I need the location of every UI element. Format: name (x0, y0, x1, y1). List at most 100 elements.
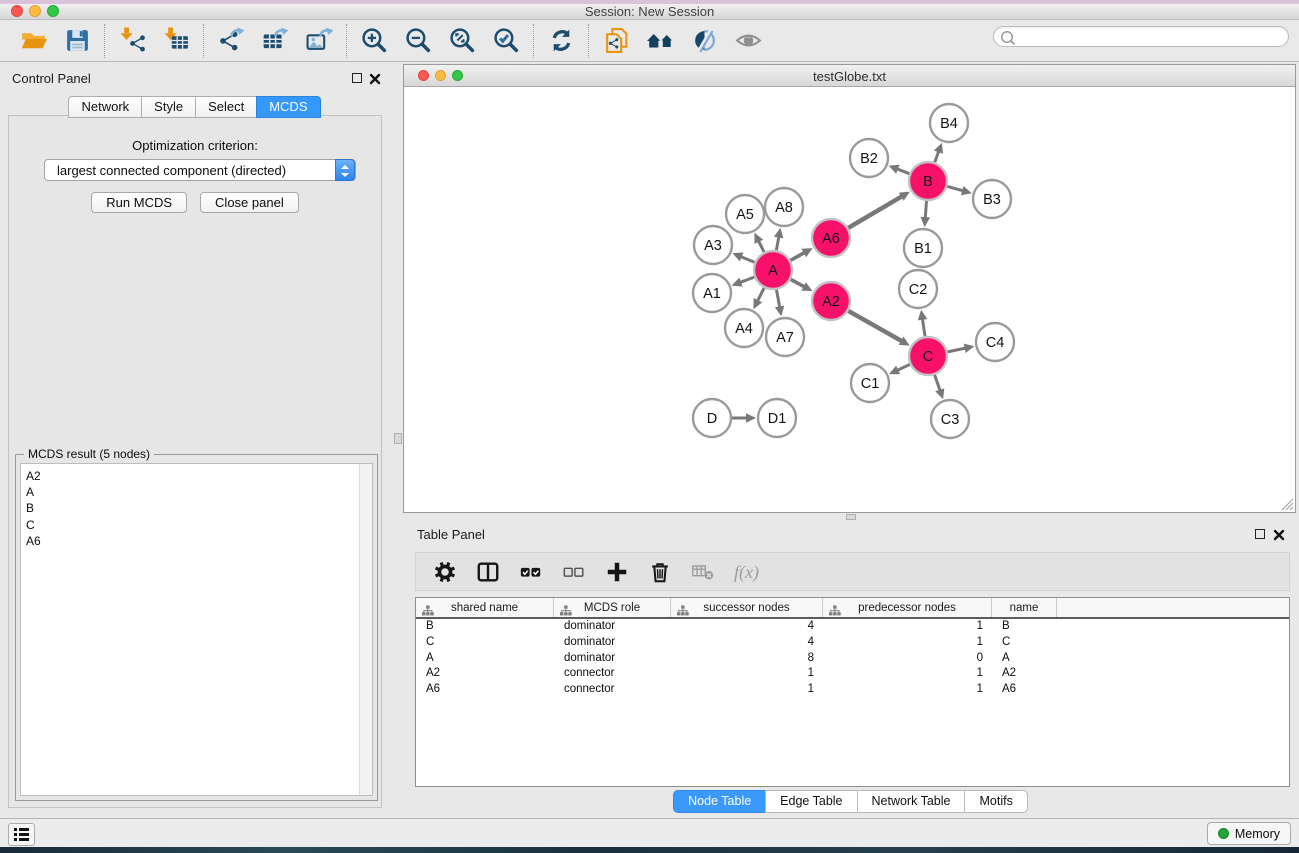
memory-button[interactable]: Memory (1207, 822, 1291, 845)
column-header-shared-name[interactable]: shared name (416, 598, 554, 617)
tab-style[interactable]: Style (141, 96, 196, 118)
mcds-result-item[interactable]: C (21, 517, 372, 533)
tab-motifs[interactable]: Motifs (964, 790, 1027, 813)
graph-node-A1[interactable]: A1 (693, 274, 731, 312)
tab-network-table[interactable]: Network Table (857, 790, 966, 813)
zoom-selected-region-button[interactable] (491, 26, 521, 56)
close-panel-icon[interactable] (369, 73, 381, 85)
column-header-predecessor-nodes[interactable]: predecessor nodes (823, 598, 992, 617)
table-row[interactable]: Adominator80A (416, 651, 1289, 667)
tab-select[interactable]: Select (195, 96, 257, 118)
float-panel-icon[interactable] (352, 73, 362, 83)
import-network-from-file-button[interactable] (117, 26, 147, 56)
column-header-name[interactable]: name (992, 598, 1057, 617)
hide-selected-button[interactable] (689, 26, 719, 56)
graph-node-A5[interactable]: A5 (726, 195, 764, 233)
optimization-criterion-select[interactable]: largest connected component (directed) (44, 159, 356, 181)
graph-edge-B-B1[interactable] (921, 201, 931, 227)
graph-edge-A6-B[interactable] (848, 192, 910, 228)
graph-edge-A-A2[interactable] (791, 279, 813, 291)
unselect-all-columns-button[interactable] (561, 559, 587, 585)
graph-edge-A-A4[interactable] (753, 288, 764, 309)
graph-node-C2[interactable]: C2 (899, 270, 937, 308)
save-session-button[interactable] (62, 26, 92, 56)
import-table-from-file-button[interactable] (161, 26, 191, 56)
export-table-button[interactable] (260, 26, 290, 56)
table-row[interactable]: A2connector11A2 (416, 666, 1289, 682)
delete-columns-button[interactable] (647, 559, 673, 585)
first-neighbors-button[interactable] (645, 26, 675, 56)
graph-edge-B-B3[interactable] (947, 186, 972, 195)
export-network-button[interactable] (216, 26, 246, 56)
open-session-button[interactable] (18, 26, 48, 56)
mcds-result-item[interactable]: A6 (21, 533, 372, 549)
run-mcds-button[interactable]: Run MCDS (91, 192, 187, 213)
network-canvas[interactable]: A A1 A2 A3 A4 A5 A6 A7 A8 B B1 B2 B3B4 C C1 C2 C3 C4 D D1 (404, 87, 1295, 512)
close-table-panel-icon[interactable] (1273, 529, 1285, 541)
tab-edge-table[interactable]: Edge Table (765, 790, 857, 813)
horizontal-splitter-handle[interactable] (846, 514, 856, 520)
graph-node-A6[interactable]: A6 (812, 219, 850, 257)
close-panel-button[interactable]: Close panel (200, 192, 299, 213)
graph-node-B2[interactable]: B2 (850, 139, 888, 177)
graph-node-B3[interactable]: B3 (973, 180, 1011, 218)
mcds-result-item[interactable]: A2 (21, 468, 372, 484)
column-header-successor-nodes[interactable]: successor nodes (671, 598, 823, 617)
graph-node-B1[interactable]: B1 (904, 229, 942, 267)
graph-node-A3[interactable]: A3 (694, 226, 732, 264)
graph-edge-B-B2[interactable] (889, 165, 910, 174)
select-all-columns-button[interactable] (518, 559, 544, 585)
show-all-button[interactable] (733, 26, 763, 56)
graph-node-B4[interactable]: B4 (930, 104, 968, 142)
graph-node-A8[interactable]: A8 (765, 188, 803, 226)
graph-edge-B-B4[interactable] (934, 143, 943, 163)
column-header-MCDS-role[interactable]: MCDS role (554, 598, 671, 617)
mcds-result-list[interactable]: A2ABCA6 (20, 463, 373, 796)
vertical-splitter-handle[interactable] (394, 433, 402, 444)
apply-preferred-layout-button[interactable] (546, 26, 576, 56)
graph-edge-A2-C[interactable] (848, 311, 909, 346)
graph-edge-C-C1[interactable] (889, 364, 910, 374)
graph-node-A[interactable]: A (754, 251, 792, 289)
graph-node-C4[interactable]: C4 (976, 323, 1014, 361)
graph-edge-A-A6[interactable] (791, 248, 813, 260)
graph-node-B[interactable]: B (909, 162, 947, 200)
mcds-result-item[interactable]: B (21, 500, 372, 516)
table-row[interactable]: Cdominator41C (416, 635, 1289, 651)
resize-grip-icon[interactable] (1279, 496, 1294, 511)
graph-node-A4[interactable]: A4 (725, 309, 763, 347)
network-window-titlebar[interactable]: testGlobe.txt (404, 65, 1295, 87)
export-image-button[interactable] (304, 26, 334, 56)
create-new-column-button[interactable] (604, 559, 630, 585)
scrollbar-track[interactable] (359, 464, 372, 795)
search-field[interactable] (993, 26, 1289, 47)
mcds-result-item[interactable]: A (21, 484, 372, 500)
graph-edge-C-C4[interactable] (948, 344, 975, 353)
graph-edge-C-C3[interactable] (935, 375, 945, 399)
zoom-in-button[interactable] (359, 26, 389, 56)
graph-edge-D-D1[interactable] (732, 413, 756, 423)
graph-edge-A-A3[interactable] (732, 253, 754, 263)
tab-node-table[interactable]: Node Table (673, 790, 766, 813)
zoom-out-button[interactable] (403, 26, 433, 56)
table-settings-button[interactable] (432, 559, 458, 585)
graph-node-C1[interactable]: C1 (851, 364, 889, 402)
toggle-column-view-button[interactable] (475, 559, 501, 585)
graph-node-D[interactable]: D (693, 399, 731, 437)
graph-edge-A-A7[interactable] (775, 290, 785, 317)
graph-node-C[interactable]: C (909, 337, 947, 375)
search-input[interactable] (1018, 28, 1280, 45)
graph-edge-A-A1[interactable] (732, 277, 755, 287)
graph-edge-A-A5[interactable] (754, 233, 764, 252)
graph-node-D1[interactable]: D1 (758, 399, 796, 437)
tab-network[interactable]: Network (68, 96, 142, 118)
graph-node-A2[interactable]: A2 (812, 282, 850, 320)
graph-edge-A-A8[interactable] (774, 228, 784, 251)
graph-edge-C-C2[interactable] (918, 310, 928, 336)
float-table-panel-icon[interactable] (1255, 529, 1265, 539)
tab-mcds[interactable]: MCDS (256, 96, 320, 118)
task-history-button[interactable] (8, 823, 35, 846)
graph-node-C3[interactable]: C3 (931, 400, 969, 438)
zoom-fit-content-button[interactable] (447, 26, 477, 56)
graph-node-A7[interactable]: A7 (766, 318, 804, 356)
